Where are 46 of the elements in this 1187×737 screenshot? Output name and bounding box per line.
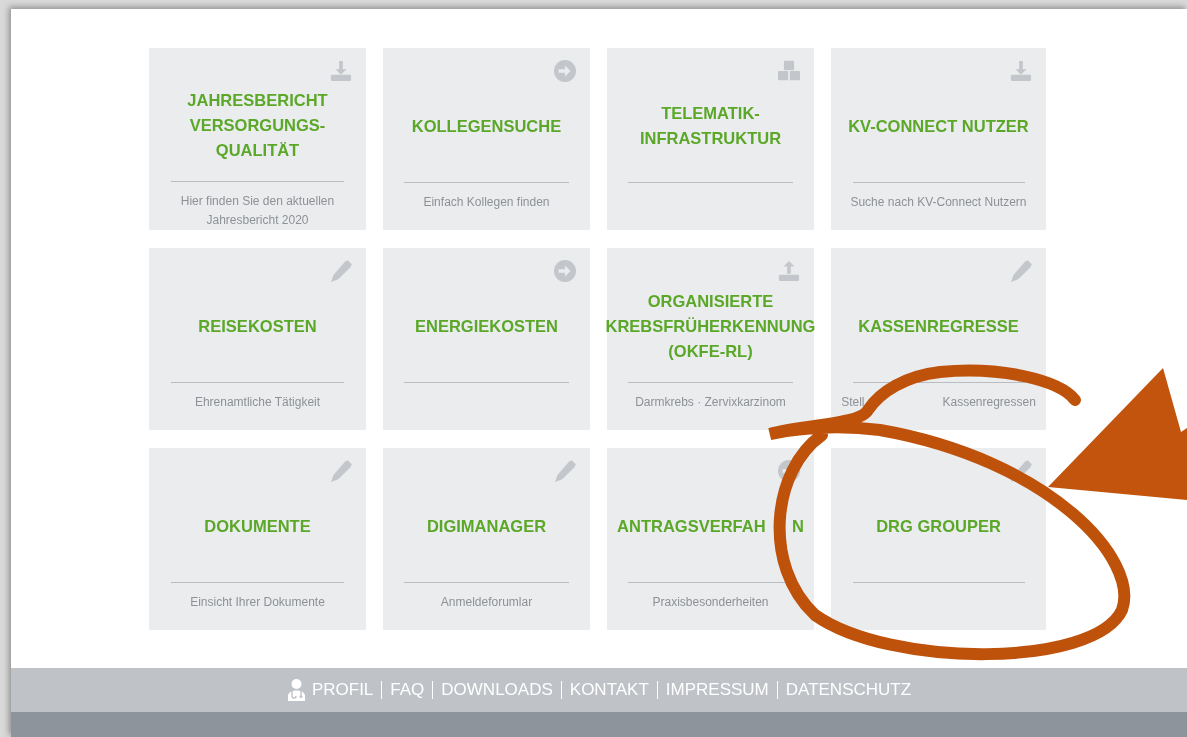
tile-title: DIGIMANAGER xyxy=(426,515,547,537)
footer-link[interactable]: KONTAKT xyxy=(560,681,657,699)
tile-title: ENERGIEKOSTEN xyxy=(415,315,558,337)
tile-card[interactable]: KV-CONNECT NUTZER Suche nach KV-Connect Nutzern xyxy=(831,48,1046,230)
tile-title: DRG GROUPER xyxy=(876,515,1001,537)
pencil-icon[interactable] xyxy=(1010,460,1032,482)
tile-title: ANTRAGSVERFAH xyxy=(617,516,766,535)
tile-title: TELEMATIK- INFRASTRUKTUR xyxy=(639,103,782,149)
tile-subtitle: Einsicht Ihrer Dokumente xyxy=(190,594,325,611)
tile-card[interactable]: JAHRESBERICHT VERSORGUNGS- QUALITÄT Hier finden Sie den aktuellen Jahresbericht 2020 xyxy=(149,48,366,230)
tile-subtitle: Hier finden Sie den aktuellen Jahresbericht 2020 xyxy=(180,193,335,229)
footer-link[interactable]: FAQ xyxy=(381,681,433,699)
tile-card[interactable]: ENERGIEKOSTEN xyxy=(383,248,590,430)
tile-title: KOLLEGENSUCHE xyxy=(411,115,562,137)
tile-title: KASSENREGRESSE xyxy=(858,315,1019,337)
footer-link[interactable]: DATENSCHUTZ xyxy=(776,681,920,699)
tile-subtitle: Praxisbesonderheiten xyxy=(652,594,769,611)
tile-card[interactable]: TELEMATIK- INFRASTRUKTUR xyxy=(607,48,814,230)
footer-link[interactable]: PROFIL xyxy=(278,679,382,701)
tile-title: DOKUMENTE xyxy=(204,515,311,537)
tile-subtitle: Anmeldeforumlar xyxy=(440,594,533,611)
tile-card[interactable]: KOLLEGENSUCHE Einfach Kollegen finden xyxy=(383,48,590,230)
tile-subtitle: Kassenregressen xyxy=(942,395,1036,409)
footer-link[interactable]: DOWNLOADS xyxy=(432,681,561,699)
tile-subtitle: Suche nach KV-Connect Nutzern xyxy=(850,194,1027,211)
upload-icon[interactable] xyxy=(778,260,800,282)
footer-link[interactable]: IMPRESSUM xyxy=(656,681,777,699)
tile-title: ORGANISIERTE KREBSFRÜHERKENNUNG (OKFE-RL) xyxy=(605,290,816,362)
download-icon[interactable] xyxy=(330,60,352,82)
tile-title: REISEKOSTEN xyxy=(198,315,317,337)
tile-card[interactable]: DRG GROUPER xyxy=(831,448,1046,630)
tile-title: KV-CONNECT NUTZER xyxy=(848,115,1029,137)
doctor-icon xyxy=(286,679,306,701)
tile-card[interactable]: REISEKOSTEN Ehrenamtliche Tätigkeit xyxy=(149,248,366,430)
tile-subtitle: Einfach Kollegen finden xyxy=(423,194,550,211)
tile-subtitle: Stell xyxy=(841,395,865,409)
tile-title: JAHRESBERICHT VERSORGUNGS- QUALITÄT xyxy=(187,90,328,161)
download-icon[interactable] xyxy=(1010,60,1032,82)
tile-card[interactable]: DIGIMANAGER Anmeldeforumlar xyxy=(383,448,590,630)
cubes-icon[interactable] xyxy=(778,60,800,82)
tile-card[interactable]: ORGANISIERTE KREBSFRÜHERKENNUNG (OKFE-RL) Darmkrebs · Zervixkarzinom xyxy=(607,248,814,430)
tile-card[interactable]: DOKUMENTE Einsicht Ihrer Dokumente xyxy=(149,448,366,630)
tile-title: N xyxy=(792,516,804,535)
tile-subtitle: Ehrenamtliche Tätigkeit xyxy=(194,394,321,411)
tile-subtitle: Darmkrebs · Zervixkarzinom xyxy=(635,394,786,411)
tile-card[interactable]: KASSENREGRESSE Stell Kassenregressen xyxy=(831,248,1046,430)
